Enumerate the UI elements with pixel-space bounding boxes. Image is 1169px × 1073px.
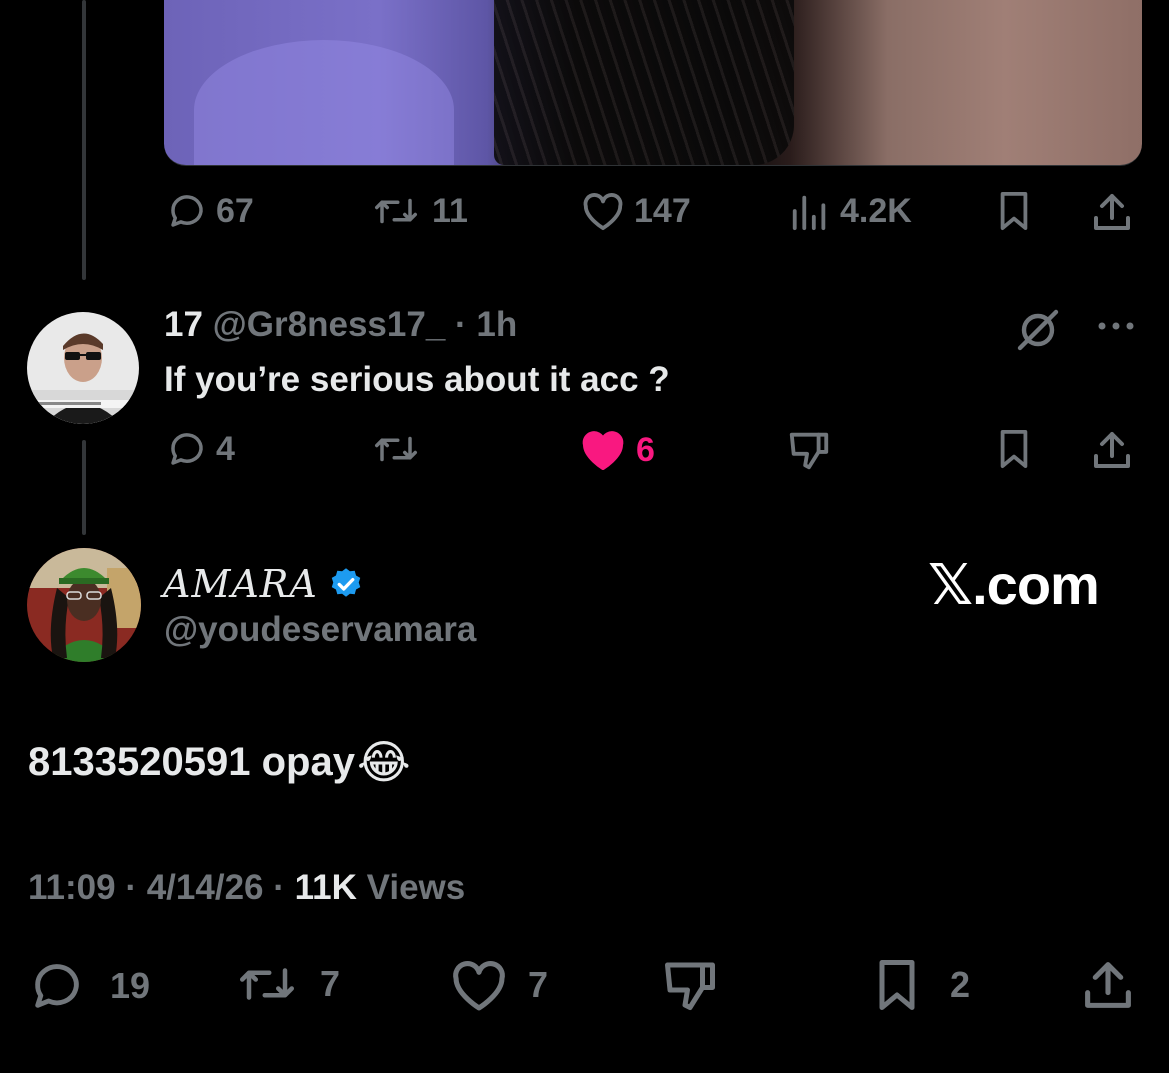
repost-icon: [375, 198, 417, 224]
repost-icon: [375, 436, 417, 462]
bookmark-icon: [879, 960, 915, 1010]
like-icon: [582, 431, 624, 470]
post-text: 8133520591 opay 😂: [28, 735, 411, 789]
dislike-button[interactable]: [786, 428, 832, 472]
repost-button[interactable]: 7: [232, 957, 340, 1011]
dislike-icon: [665, 962, 715, 1010]
dislike-icon: [789, 432, 829, 470]
post-text-body: 8133520591 opay: [28, 739, 355, 784]
reply-text: If you’re serious about it acc ?: [164, 360, 670, 399]
like-count: 6: [636, 430, 655, 469]
reply-button[interactable]: 67: [166, 190, 254, 232]
avatar-image: [27, 548, 141, 662]
share-button[interactable]: [1080, 957, 1136, 1013]
reply-header: 17 @Gr8ness17_ · 1h: [164, 305, 517, 345]
bookmark-icon: [1000, 430, 1028, 468]
reply-icon: [171, 433, 203, 465]
share-icon: [1094, 432, 1130, 468]
bookmark-icon: [1000, 192, 1028, 230]
reply-handle[interactable]: @Gr8ness17_: [213, 305, 446, 344]
like-icon: [583, 193, 623, 231]
repost-button[interactable]: 11: [368, 190, 468, 232]
share-icon: [1094, 194, 1130, 230]
bookmark-count: 2: [950, 964, 971, 1005]
dislike-button[interactable]: [660, 957, 720, 1013]
reply-display-name[interactable]: 17: [164, 305, 203, 344]
verified-badge-icon: [331, 568, 361, 597]
more-button[interactable]: [1096, 318, 1140, 334]
repost-count: 11: [432, 191, 468, 230]
reply-count: 4: [216, 429, 235, 468]
like-count: 7: [528, 964, 549, 1005]
like-button[interactable]: 6: [578, 428, 655, 472]
views-button[interactable]: 4.2K: [788, 190, 912, 232]
thread-connector-line: [82, 440, 86, 535]
more-icon: [1098, 322, 1134, 330]
views-count[interactable]: 11K: [295, 868, 357, 907]
reply-icon: [35, 964, 79, 1008]
views-icon: [792, 195, 826, 231]
share-button[interactable]: [1090, 428, 1134, 472]
separator-dot: ·: [125, 868, 137, 907]
author-handle[interactable]: @youdeservamara: [164, 610, 476, 650]
separator-dot: ·: [273, 868, 285, 907]
repost-count: 7: [320, 963, 341, 1004]
thread-connector-line: [82, 0, 86, 280]
reply-button[interactable]: 4: [166, 428, 235, 470]
post-meta: 11:09 · 4/14/26 · 11K Views: [28, 868, 465, 908]
laughing-emoji: 😂: [356, 736, 411, 788]
reply-time[interactable]: 1h: [476, 305, 517, 344]
avatar-image: [27, 312, 139, 424]
media-shoulder-shape: [194, 40, 454, 165]
views-label: Views: [366, 868, 466, 907]
separator-dot: ·: [455, 305, 467, 344]
like-button[interactable]: 147: [580, 190, 691, 232]
media-braids-shape: [494, 0, 794, 165]
post-time[interactable]: 11:09: [28, 868, 116, 907]
reply-icon: [171, 195, 203, 227]
bookmark-button[interactable]: [995, 190, 1033, 232]
bookmark-button[interactable]: [995, 428, 1033, 470]
grok-button[interactable]: [1014, 306, 1062, 354]
avatar[interactable]: [27, 312, 139, 424]
like-button[interactable]: 7: [448, 957, 548, 1013]
like-count: 147: [634, 191, 691, 230]
share-button[interactable]: [1090, 190, 1134, 234]
post-media-image[interactable]: [164, 0, 1142, 166]
reply-button[interactable]: 19: [28, 957, 150, 1015]
views-count: 4.2K: [840, 191, 912, 230]
reply-count: 19: [110, 965, 151, 1006]
author-name-row: AMARA: [163, 562, 364, 606]
xcom-watermark: 𝕏.com: [928, 553, 1100, 616]
author-display-name[interactable]: AMARA: [163, 562, 318, 606]
reply-count: 67: [216, 191, 254, 230]
avatar[interactable]: [27, 548, 141, 662]
repost-icon: [240, 968, 294, 1000]
bookmark-button[interactable]: 2: [872, 957, 970, 1013]
repost-button[interactable]: [368, 428, 424, 470]
post-date[interactable]: 4/14/26: [147, 868, 264, 907]
grok-icon: [1017, 309, 1059, 351]
share-icon: [1085, 962, 1131, 1008]
like-icon: [453, 961, 505, 1011]
